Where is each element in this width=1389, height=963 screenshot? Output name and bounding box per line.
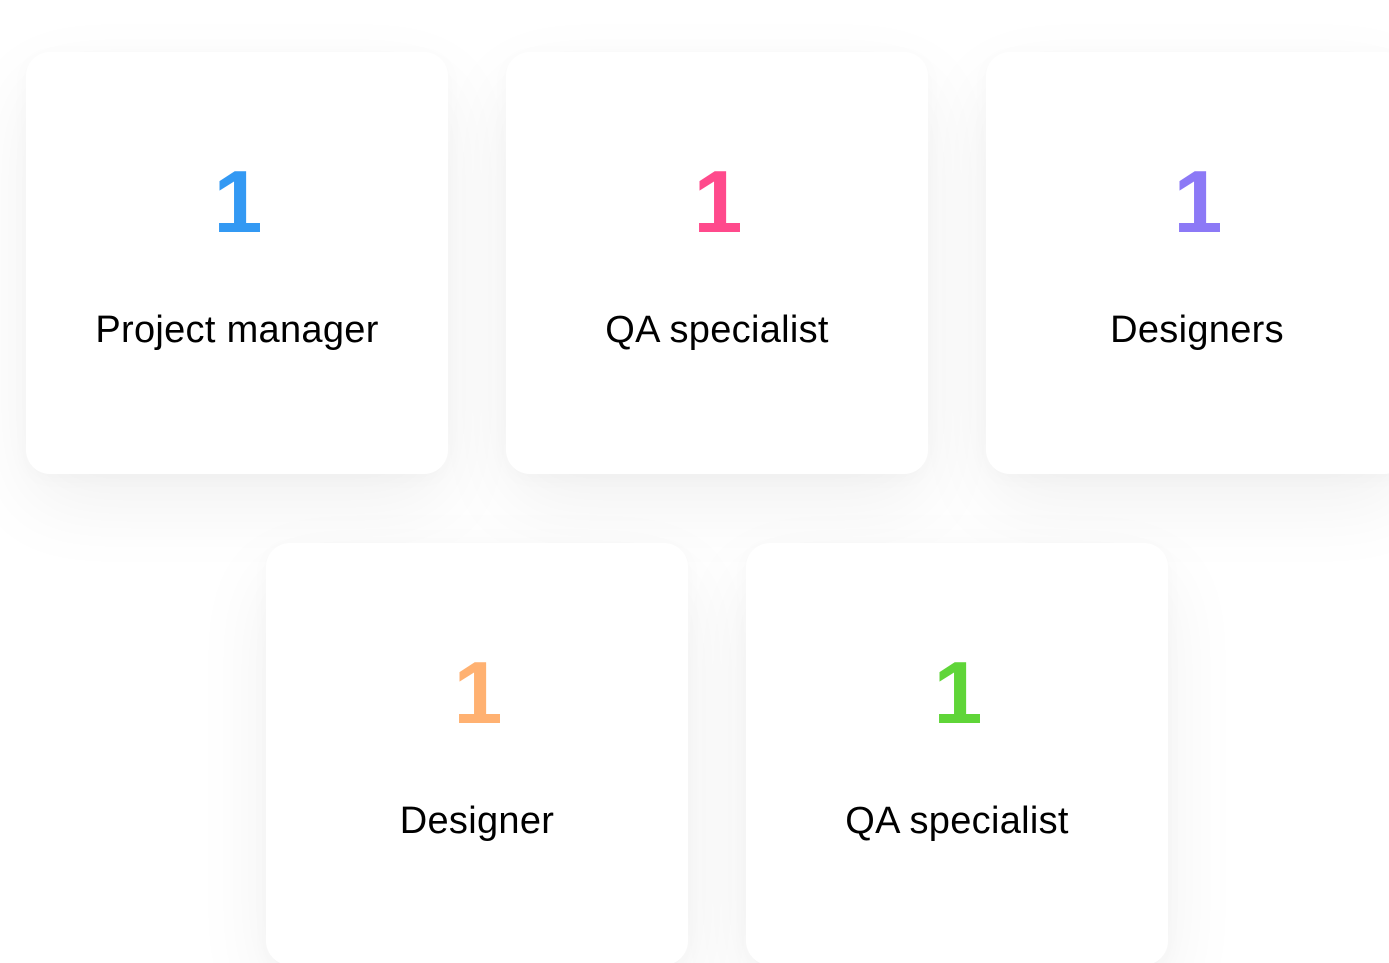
role-label: QA specialist <box>605 309 829 351</box>
team-card-qa-specialist: 1 QA specialist <box>506 52 928 474</box>
role-label: Designers <box>1110 309 1284 351</box>
team-card-designer: 1 Designer <box>266 543 688 963</box>
member-count: 1 <box>213 152 263 251</box>
member-count: 1 <box>933 643 983 742</box>
role-label: Designer <box>399 800 555 842</box>
member-count: 1 <box>693 152 743 251</box>
member-count: 1 <box>453 643 503 742</box>
member-count: 1 <box>1173 152 1223 251</box>
team-card-project-manager: 1 Project manager <box>26 52 448 474</box>
team-card-qa-specialist-2: 1 QA specialist <box>746 543 1168 963</box>
team-cards-canvas: 1 Project manager 1 QA specialist 1 Desi… <box>0 0 1389 963</box>
team-card-designers: 1 Designers <box>986 52 1389 474</box>
role-label: Project manager <box>95 309 379 351</box>
role-label: QA specialist <box>845 800 1069 842</box>
